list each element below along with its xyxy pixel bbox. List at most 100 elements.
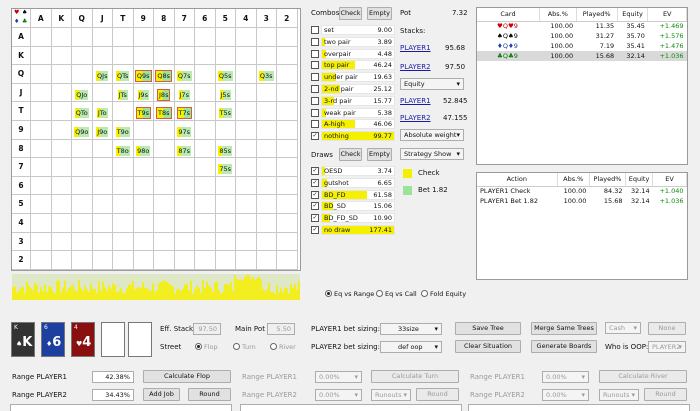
grid-combo-cell[interactable]: JTo	[92, 102, 113, 121]
equity-dropdown[interactable]: Equity	[400, 78, 464, 90]
grid-cell[interactable]	[154, 139, 175, 159]
combo-row[interactable]: overpair 4.48	[311, 48, 395, 59]
grid-cell[interactable]	[215, 176, 236, 196]
grid-cell[interactable]	[51, 176, 72, 196]
grid-cell[interactable]	[92, 251, 113, 270]
grid-cell[interactable]	[174, 214, 195, 233]
grid-cell[interactable]	[215, 195, 236, 214]
grid-cell[interactable]	[154, 195, 175, 214]
grid-combo-cell[interactable]: J8s	[154, 83, 175, 103]
checkbox[interactable]	[311, 26, 319, 34]
grid-cell[interactable]	[215, 28, 236, 47]
grid-cell[interactable]	[113, 195, 134, 214]
grid-cell[interactable]	[133, 46, 154, 66]
grid-cell[interactable]	[72, 251, 93, 270]
grid-cell[interactable]	[72, 65, 93, 84]
grid-combo-cell[interactable]: T7s	[174, 102, 195, 121]
combo-row[interactable]: set 9.00	[311, 25, 395, 35]
grid-cell[interactable]	[31, 251, 52, 270]
grid-cell[interactable]	[195, 232, 216, 252]
grid-cell[interactable]	[113, 176, 134, 196]
grid-combo-cell[interactable]: 85s	[215, 139, 236, 159]
grid-cell[interactable]	[133, 176, 154, 196]
grid-cell[interactable]	[174, 251, 195, 270]
grid-cell[interactable]	[236, 232, 257, 252]
checkbox[interactable]	[311, 85, 319, 93]
fold-equity-radio[interactable]: Fold Equity	[421, 290, 466, 298]
column-header[interactable]: Equity	[625, 173, 654, 187]
column-header[interactable]: EV	[652, 173, 687, 187]
grid-cell[interactable]	[277, 251, 298, 270]
grid-cell[interactable]	[195, 214, 216, 233]
grid-cell[interactable]	[72, 158, 93, 177]
combos-check-button[interactable]: Check	[339, 7, 362, 20]
grid-cell[interactable]	[154, 28, 175, 47]
grid-cell[interactable]	[195, 195, 216, 214]
grid-cell[interactable]	[133, 121, 154, 140]
grid-cell[interactable]	[133, 251, 154, 270]
table-row[interactable]: PLAYER1 Check 100.00 84.32 32.14 +1.040	[477, 186, 687, 196]
grid-cell[interactable]	[113, 28, 134, 47]
grid-cell[interactable]	[92, 83, 113, 103]
grid-cell[interactable]	[154, 46, 175, 66]
column-header[interactable]: Action	[477, 173, 558, 187]
eq-vs-range-radio[interactable]: Eq vs Range	[325, 290, 374, 298]
grid-cell[interactable]	[256, 139, 277, 159]
grid-cell[interactable]	[236, 102, 257, 121]
grid-cell[interactable]	[195, 83, 216, 103]
board-card[interactable]: K ♠K	[11, 322, 35, 357]
grid-cell[interactable]	[31, 176, 52, 196]
grid-cell[interactable]	[92, 176, 113, 196]
who-oop-dropdown[interactable]: PLAYER2	[648, 341, 686, 353]
grid-combo-cell[interactable]: Q8s	[154, 65, 175, 84]
p1-sizing-dropdown[interactable]: 33size	[380, 323, 442, 335]
grid-cell[interactable]	[236, 176, 257, 196]
street-flop-radio[interactable]: Flop	[195, 343, 218, 351]
grid-cell[interactable]	[236, 83, 257, 103]
column-header[interactable]: Played%	[589, 173, 627, 187]
column-header[interactable]: Abs.%	[557, 173, 590, 187]
draw-row[interactable]: ✓ BD_FD 61.58	[311, 189, 395, 200]
draw-row[interactable]: ✓ no draw 177.41	[311, 225, 395, 235]
grid-combo-cell[interactable]: QTo	[72, 102, 93, 121]
grid-cell[interactable]	[154, 232, 175, 252]
grid-cell[interactable]	[195, 139, 216, 159]
turn-range-p2-dropdown[interactable]: 0.00%	[315, 389, 362, 401]
grid-cell[interactable]	[195, 176, 216, 196]
grid-cell[interactable]	[154, 158, 175, 177]
round-turn-button[interactable]: Round	[416, 388, 459, 401]
turn-runouts-dropdown[interactable]: Runouts	[371, 389, 411, 401]
checkbox[interactable]: ✓	[311, 214, 319, 223]
grid-cell[interactable]	[31, 46, 52, 66]
checkbox[interactable]	[311, 49, 319, 58]
grid-combo-cell[interactable]: QJs	[92, 65, 113, 84]
grid-cell[interactable]	[174, 195, 195, 214]
grid-cell[interactable]	[31, 65, 52, 84]
checkbox[interactable]: ✓	[311, 190, 319, 199]
flop-range-p2-input[interactable]: 34.43%	[92, 389, 134, 401]
stack-player2-link[interactable]: PLAYER2	[400, 63, 431, 71]
grid-cell[interactable]	[133, 195, 154, 214]
grid-cell[interactable]	[31, 158, 52, 177]
grid-cell[interactable]	[256, 232, 277, 252]
equity-player1-link[interactable]: PLAYER1	[400, 97, 431, 105]
checkbox[interactable]: ✓	[311, 167, 319, 175]
eff-stack-input[interactable]: 97.50	[193, 323, 221, 335]
generate-boards-button[interactable]: Generate Boards	[531, 340, 597, 353]
draw-row[interactable]: ✓ BD_SD 15.06	[311, 201, 395, 212]
combo-row[interactable]: 3-rd pair 15.77	[311, 95, 395, 106]
grid-cell[interactable]	[195, 102, 216, 121]
grid-cell[interactable]	[277, 176, 298, 196]
grid-cell[interactable]	[72, 46, 93, 66]
turn-card-slot[interactable]	[101, 322, 125, 357]
grid-cell[interactable]	[215, 121, 236, 140]
combo-row[interactable]: A-high 46.06	[311, 119, 395, 130]
grid-cell[interactable]	[236, 251, 257, 270]
grid-cell[interactable]	[31, 214, 52, 233]
grid-cell[interactable]	[113, 251, 134, 270]
grid-cell[interactable]	[256, 46, 277, 66]
grid-combo-cell[interactable]: QTs	[113, 65, 134, 84]
stack-player1-link[interactable]: PLAYER1	[400, 44, 431, 52]
grid-cell[interactable]	[236, 65, 257, 84]
grid-cell[interactable]	[256, 121, 277, 140]
